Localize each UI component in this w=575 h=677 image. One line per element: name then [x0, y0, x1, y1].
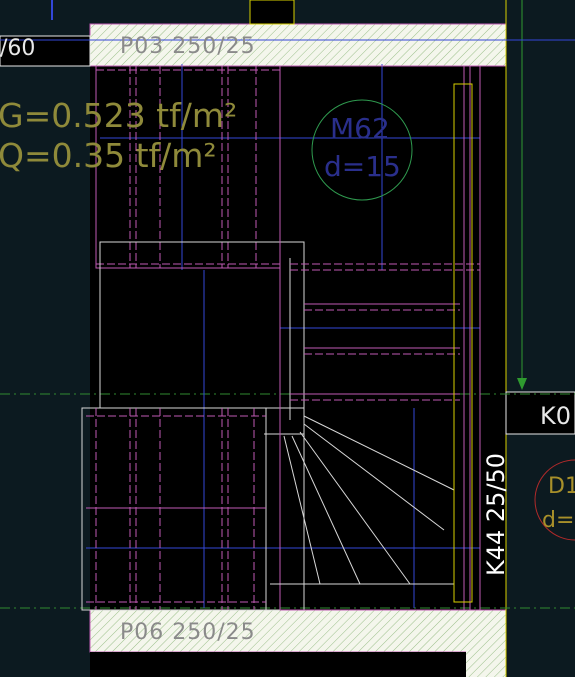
right-slab-thickness-label: d=	[542, 508, 575, 533]
right-slab-name-label: D1	[548, 474, 575, 499]
beam-bottom-label: P06 250/25	[120, 620, 256, 645]
right-beam-label: K0	[540, 402, 572, 430]
dead-load-label: G=0.523 tf/m²	[0, 96, 238, 135]
slab-name-label: M62	[330, 112, 390, 145]
beam-top-label: P03 250/25	[120, 34, 256, 59]
slab-thickness-label: d=15	[324, 150, 401, 183]
beam-fragment-label: /60	[0, 36, 36, 61]
column-label: K44 25/50	[482, 452, 510, 576]
live-load-label: Q=0.35 tf/m²	[0, 136, 217, 175]
